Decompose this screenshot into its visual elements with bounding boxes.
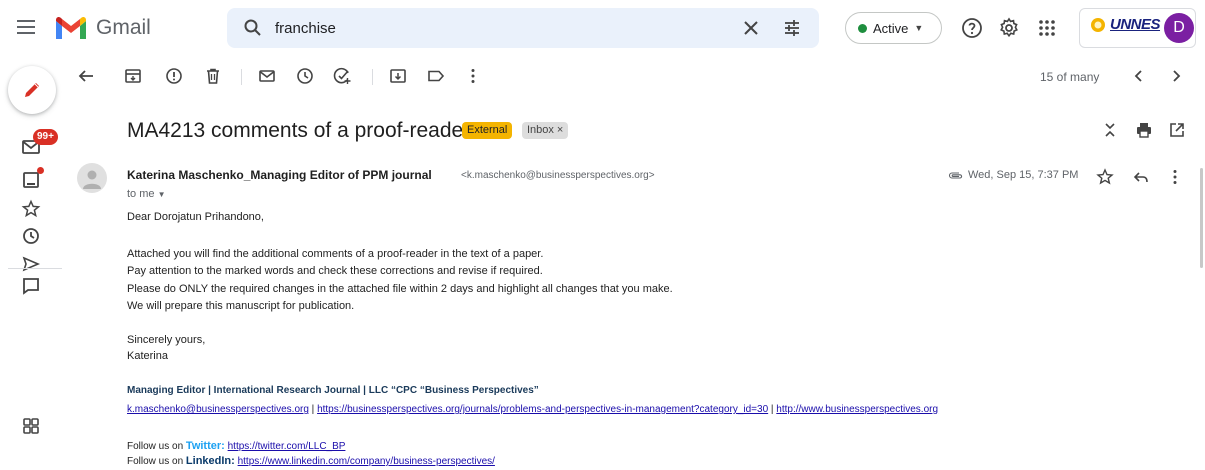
message-date: Wed, Sep 15, 7:37 PM (968, 169, 1079, 181)
chevron-down-icon: ▼ (914, 23, 924, 33)
signature-title: Managing Editor | International Research… (127, 385, 539, 396)
toolbar-divider (241, 69, 242, 85)
attachment-icon (948, 172, 963, 179)
clear-search-icon[interactable] (741, 18, 761, 38)
signature-links: k.maschenko@businessperspectives.org | h… (127, 404, 938, 415)
apps-grid-icon[interactable] (1035, 16, 1059, 40)
top-bar: Gmail Active ▼ (0, 0, 1205, 56)
twitter-label: Twitter: (185, 440, 225, 452)
inbox-label-badge: Inbox × (522, 122, 569, 139)
open-in-new-window-icon[interactable] (1168, 121, 1186, 139)
status-dropdown[interactable]: Active ▼ (845, 12, 942, 44)
chevron-down-icon: ▼ (157, 190, 166, 199)
message-toolbar: 15 of many (64, 56, 1205, 96)
notification-dot (37, 167, 44, 174)
linkedin-link[interactable]: https://www.linkedin.com/company/busines… (238, 456, 495, 467)
apps-icon[interactable] (21, 416, 41, 436)
body-greeting: Dear Dorojatun Prihandono, (127, 211, 264, 223)
follow-twitter: Follow us on Twitter: https://twitter.co… (127, 440, 345, 452)
person-icon (83, 170, 101, 189)
add-task-icon[interactable] (333, 67, 351, 85)
gmail-logo[interactable] (54, 15, 88, 41)
collapse-all-icon[interactable] (1101, 121, 1119, 139)
follow-prefix: Follow us on (127, 456, 186, 467)
print-icon[interactable] (1135, 121, 1153, 139)
account-avatar[interactable]: D (1164, 13, 1194, 43)
follow-prefix: Follow us on (127, 441, 186, 452)
archive-icon[interactable] (124, 67, 142, 85)
app-title: Gmail (96, 16, 151, 39)
search-bar[interactable] (227, 8, 819, 48)
search-icon[interactable] (243, 18, 263, 38)
pencil-icon (25, 83, 39, 97)
star-icon[interactable] (1096, 168, 1114, 186)
journal-link[interactable]: https://businessperspectives.org/journal… (317, 404, 768, 415)
main-menu-icon[interactable] (15, 17, 37, 37)
search-options-icon[interactable] (782, 18, 802, 38)
link-separator: | (308, 404, 318, 415)
more-options-icon[interactable] (464, 67, 482, 85)
recipient-label: to me (127, 188, 155, 200)
more-options-icon[interactable] (1166, 168, 1184, 186)
settings-gear-icon[interactable] (997, 16, 1021, 40)
send-icon[interactable] (21, 254, 41, 274)
message-subject: MA4213 comments of a proof-reader (127, 119, 471, 142)
help-icon[interactable] (960, 16, 984, 40)
active-status-dot (858, 23, 867, 33)
remove-label-button[interactable]: × (557, 124, 563, 136)
university-emblem-icon (1091, 18, 1105, 32)
body-line: Please do ONLY the required changes in t… (127, 283, 673, 295)
chat-bubble-icon[interactable] (21, 276, 41, 296)
back-arrow-icon[interactable] (77, 67, 95, 85)
inbox-label-text: Inbox (527, 124, 554, 136)
delete-icon[interactable] (204, 67, 222, 85)
sender-email: <k.maschenko@businessperspectives.org> (461, 170, 655, 181)
star-icon[interactable] (21, 199, 41, 219)
search-input[interactable] (275, 16, 715, 40)
status-label: Active (873, 20, 909, 36)
toolbar-divider (372, 69, 373, 85)
organization-name: UNNES (1110, 16, 1161, 33)
rail-divider (8, 268, 62, 269)
body-line: We will prepare this manuscript for publ… (127, 300, 355, 312)
report-spam-icon[interactable] (165, 67, 183, 85)
linkedin-label: LinkedIn: (185, 455, 235, 467)
body-signoff: Katerina (127, 350, 168, 362)
body-line: Attached you will find the additional co… (127, 248, 544, 260)
recipient-details-toggle[interactable]: to me ▼ (127, 188, 166, 200)
chevron-right-icon[interactable] (1167, 67, 1185, 85)
website-link[interactable]: http://www.businessperspectives.org (776, 404, 938, 415)
snooze-icon[interactable] (296, 67, 314, 85)
external-label-badge: External (462, 122, 513, 139)
body-line: Pay attention to the marked words and ch… (127, 265, 543, 277)
mark-unread-icon[interactable] (258, 67, 276, 85)
twitter-link[interactable]: https://twitter.com/LLC_BP (228, 441, 346, 452)
label-icon[interactable] (427, 67, 445, 85)
email-link[interactable]: k.maschenko@businessperspectives.org (127, 404, 309, 415)
reply-icon[interactable] (1132, 168, 1150, 186)
sender-name[interactable]: Katerina Maschenko_Managing Editor of PP… (127, 168, 432, 182)
sender-avatar[interactable] (77, 163, 107, 193)
unread-count-badge: 99+ (33, 129, 58, 145)
scrollbar-thumb[interactable] (1200, 168, 1203, 268)
compose-button[interactable] (8, 66, 56, 114)
follow-linkedin: Follow us on LinkedIn: https://www.linke… (127, 455, 495, 467)
pagination-label: 15 of many (1040, 70, 1100, 84)
body-closing: Sincerely yours, (127, 334, 206, 346)
clock-icon[interactable] (21, 226, 41, 246)
chevron-left-icon[interactable] (1130, 67, 1148, 85)
move-to-icon[interactable] (389, 67, 407, 85)
